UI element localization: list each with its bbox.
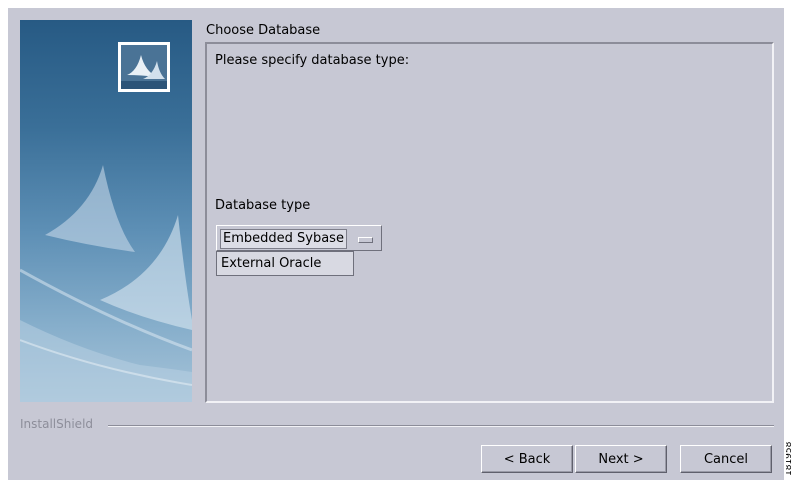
installshield-logo — [118, 42, 170, 92]
dropdown-indicator-icon[interactable] — [358, 237, 373, 243]
side-banner-image — [20, 20, 192, 402]
prompt-text: Please specify database type: — [215, 53, 410, 68]
brand-divider — [108, 425, 774, 427]
figure-id: 181958 — [786, 428, 792, 480]
installshield-brand-label: InstallShield — [20, 417, 94, 431]
content-panel: Please specify database type: Database t… — [205, 42, 774, 403]
database-type-options-list: External Oracle — [216, 251, 354, 276]
database-type-selected-value[interactable]: Embedded Sybase — [220, 229, 347, 249]
figure-id-text: 181958 — [786, 441, 792, 476]
installer-window: Choose Database Please specify database … — [8, 8, 784, 480]
database-type-select[interactable]: Embedded Sybase — [216, 225, 382, 251]
database-type-label: Database type — [215, 198, 311, 213]
back-button[interactable]: < Back — [481, 445, 573, 473]
next-button[interactable]: Next > — [575, 445, 667, 473]
section-title: Choose Database — [206, 23, 321, 38]
sails-logo-icon — [121, 45, 167, 89]
option-external-oracle[interactable]: External Oracle — [221, 255, 321, 273]
cancel-button[interactable]: Cancel — [680, 445, 772, 473]
